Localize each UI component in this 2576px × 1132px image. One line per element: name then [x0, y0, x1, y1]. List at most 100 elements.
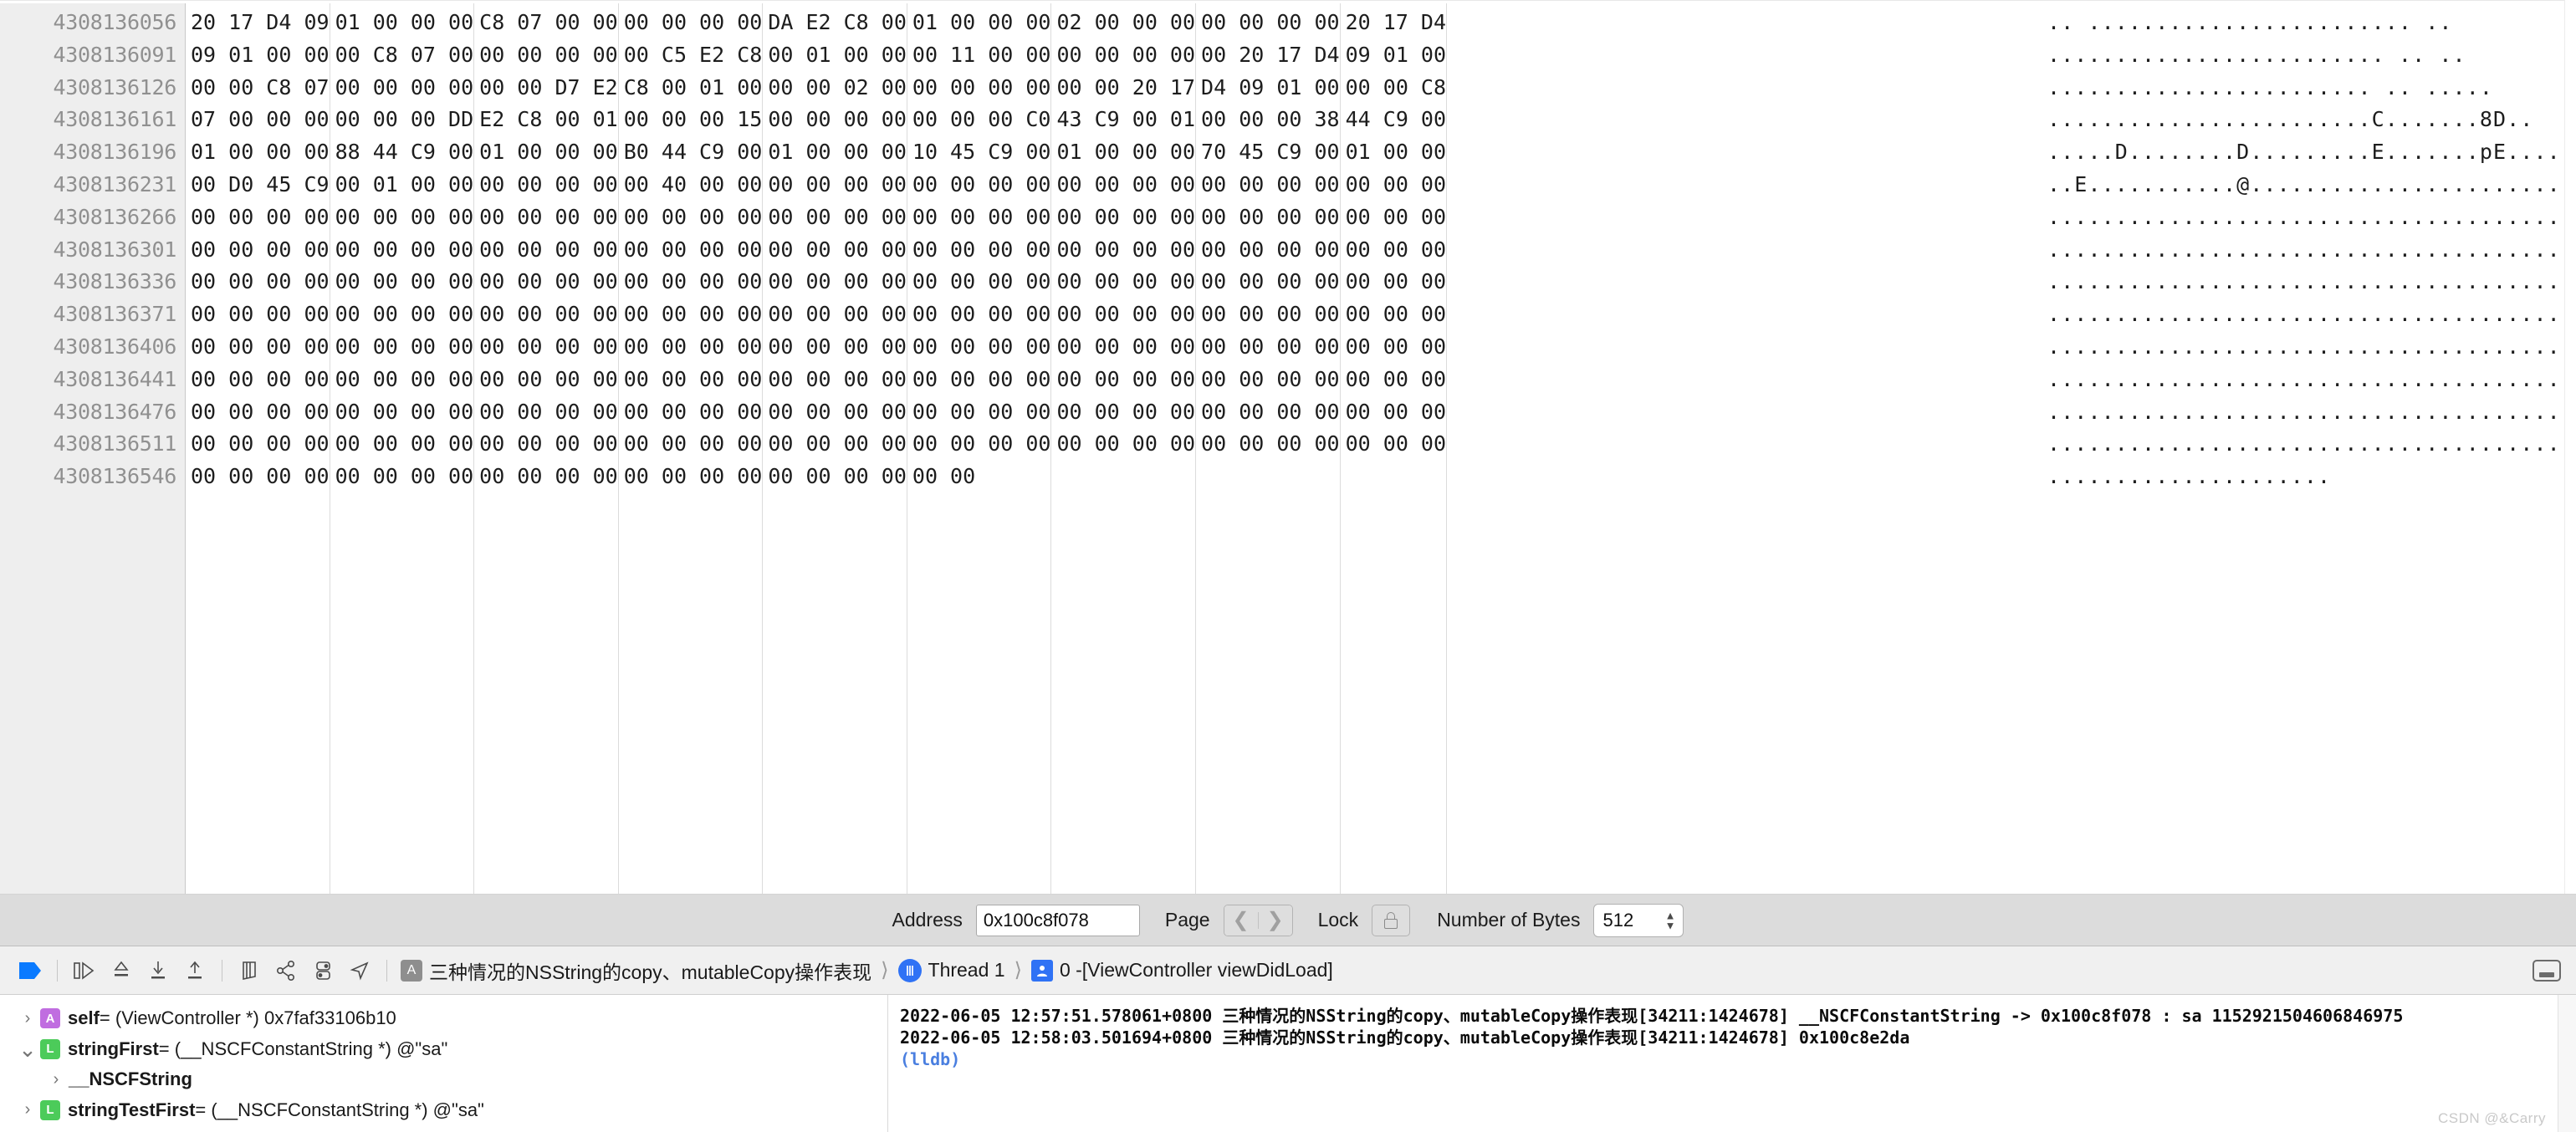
chevron-down-icon[interactable]: ⌄	[15, 1038, 40, 1060]
ascii-cell[interactable]: .......................................	[2047, 364, 2576, 396]
hex-byte-cell[interactable]: 00 00 00 00	[330, 234, 474, 267]
hex-byte-cell[interactable]: 00 00 00 38	[1196, 104, 1340, 136]
hex-byte-cell[interactable]: 00 00 00 00	[619, 396, 763, 429]
hex-byte-cell[interactable]: 00 11 00 00	[907, 39, 1051, 72]
breadcrumb-frame[interactable]: 0 -[ViewController viewDidLoad]	[1060, 959, 1333, 982]
hex-byte-cell[interactable]: 00 00 00 00	[907, 201, 1051, 234]
step-over-icon[interactable]	[103, 952, 140, 989]
hex-byte-cell[interactable]: 70 45 C9 00	[1196, 136, 1340, 169]
debug-memory-graph-icon[interactable]	[268, 952, 304, 989]
hex-byte-cell[interactable]: DA E2 C8 00	[763, 7, 907, 39]
hex-byte-cell[interactable]: E2 C8 00 01	[474, 104, 618, 136]
hex-byte-cell[interactable]: 00 00 00 00	[907, 169, 1051, 201]
hex-byte-cell[interactable]: 00 00 00 00	[907, 396, 1051, 429]
memory-vertical-scrollbar[interactable]	[2564, 0, 2576, 894]
hex-byte-cell[interactable]: 00 00 00 00	[619, 234, 763, 267]
hex-byte-cell[interactable]: 00 C8 07 00	[330, 39, 474, 72]
hex-byte-cell[interactable]: 00 00 00	[1341, 428, 1446, 461]
hex-byte-cell[interactable]: 00 00 00 00	[474, 201, 618, 234]
hex-byte-cell[interactable]: 00 00 00 00	[763, 266, 907, 298]
stepper-arrows-icon[interactable]: ▲ ▼	[1665, 910, 1676, 931]
hex-byte-cell[interactable]: 09 01 00 00	[186, 39, 330, 72]
hex-byte-cell[interactable]: 00 00 00 00	[1051, 234, 1195, 267]
hex-byte-cell[interactable]: 00 00 00	[1341, 364, 1446, 396]
number-of-bytes-stepper[interactable]: 512 ▲ ▼	[1593, 903, 1684, 937]
variable-row[interactable]: › Aself = (ViewController *) 0x7faf33106b…	[0, 1003, 887, 1034]
hex-byte-cell[interactable]: 00 00 00 00	[1196, 7, 1340, 39]
hex-byte-cell[interactable]: 00 00	[907, 461, 1051, 493]
hex-byte-cell[interactable]: 00 00 00 00	[619, 266, 763, 298]
hex-byte-cell[interactable]: 00 00 00 00	[1196, 266, 1340, 298]
hex-byte-cell[interactable]: 00 40 00 00	[619, 169, 763, 201]
hex-byte-cell[interactable]: 00 00 00 00	[1051, 266, 1195, 298]
hex-byte-cell[interactable]: 00 00 00 00	[1051, 169, 1195, 201]
hex-byte-cell[interactable]: D4 09 01 00	[1196, 72, 1340, 105]
hex-byte-cell[interactable]: 00 00 00 00	[474, 331, 618, 364]
hex-byte-cell[interactable]: 00 00 00 00	[186, 331, 330, 364]
variable-row[interactable]: › __NSCFString	[0, 1064, 887, 1095]
hex-byte-cell[interactable]: 00 00 00 00	[1196, 364, 1340, 396]
minimize-console-icon[interactable]	[2533, 959, 2561, 982]
hex-byte-cell[interactable]: 00 00 00 00	[186, 428, 330, 461]
hex-byte-cell[interactable]: 00 00 00 00	[186, 266, 330, 298]
hex-byte-cell[interactable]: 88 44 C9 00	[330, 136, 474, 169]
ascii-cell[interactable]: .......................................	[2047, 201, 2576, 234]
variables-view[interactable]: › Aself = (ViewController *) 0x7faf33106b…	[0, 995, 888, 1132]
variable-row[interactable]: ⌄ LstringFirst = (__NSCFConstantString *)…	[0, 1034, 887, 1065]
ascii-cell[interactable]: ........................ .. .....	[2047, 72, 2576, 105]
hex-byte-cell[interactable]: 00 00 00 00	[763, 104, 907, 136]
hex-byte-cell[interactable]: 00 00 00	[1341, 298, 1446, 331]
hex-byte-cell[interactable]: 00 00 00 00	[330, 396, 474, 429]
ascii-cell[interactable]: .......................................	[2047, 331, 2576, 364]
memory-viewer[interactable]: 4308136056 4308136091 4308136126 4308136161…	[0, 0, 2576, 895]
hex-byte-cell[interactable]: 00 00 00 00	[474, 396, 618, 429]
hex-byte-cell[interactable]: 01 00 00 00	[907, 7, 1051, 39]
hex-byte-cell[interactable]: 01 00 00 00	[186, 136, 330, 169]
breadcrumb-thread[interactable]: Thread 1	[928, 959, 1005, 982]
hex-byte-cell[interactable]: 43 C9 00 01	[1051, 104, 1195, 136]
hex-byte-cell[interactable]: 00 C5 E2 C8	[619, 39, 763, 72]
hex-byte-cell[interactable]: 00 00 00 00	[330, 331, 474, 364]
hex-byte-cell[interactable]: 00 00 00 00	[330, 428, 474, 461]
hex-byte-cell[interactable]: 00 00 00 00	[907, 364, 1051, 396]
hex-byte-cell[interactable]: 01 00 00	[1341, 136, 1446, 169]
ascii-cell[interactable]: .. ........................ ..	[2047, 7, 2576, 39]
debug-view-hierarchy-icon[interactable]	[231, 952, 268, 989]
ascii-cell[interactable]: .....D........D.........E.......pE.....	[2047, 136, 2576, 169]
hex-byte-cell[interactable]: 00 00 00 00	[907, 428, 1051, 461]
hex-byte-cell[interactable]: 00 00 00 00	[907, 72, 1051, 105]
hex-byte-cell[interactable]: 00 00 C8 07	[186, 72, 330, 105]
hex-byte-cell[interactable]: 00 00 00 00	[474, 461, 618, 493]
hex-byte-cell[interactable]: 00 00 00 00	[619, 331, 763, 364]
hex-byte-cell[interactable]	[1341, 461, 1446, 493]
hex-byte-cell[interactable]	[1196, 461, 1340, 493]
hex-byte-cell[interactable]: 00 00 00 00	[1196, 169, 1340, 201]
hex-byte-cell[interactable]: 00 00 00 00	[474, 298, 618, 331]
hex-byte-cell[interactable]: 00 00 00 00	[330, 72, 474, 105]
hex-byte-cell[interactable]: 00 00 00	[1341, 169, 1446, 201]
hex-byte-cell[interactable]: 00 00 00 00	[619, 201, 763, 234]
ascii-cell[interactable]: ........................C.......8D..	[2047, 104, 2576, 136]
hex-byte-cell[interactable]: 00 00 00 00	[330, 364, 474, 396]
hex-byte-cell[interactable]: 00 00 02 00	[763, 72, 907, 105]
hex-byte-cell[interactable]: 01 00 00 00	[763, 136, 907, 169]
hex-byte-cell[interactable]: 00 00 00 00	[186, 201, 330, 234]
environment-overrides-icon[interactable]	[304, 952, 341, 989]
page-prev-button[interactable]: ❮	[1224, 905, 1258, 936]
hex-byte-cell[interactable]: 00 00 00 00	[907, 266, 1051, 298]
hex-byte-cell[interactable]: 00 00 00 00	[907, 234, 1051, 267]
hex-byte-cell[interactable]: B0 44 C9 00	[619, 136, 763, 169]
chevron-right-icon[interactable]: ›	[15, 1009, 40, 1028]
hex-byte-cell[interactable]: C8 00 01 00	[619, 72, 763, 105]
hex-byte-cell[interactable]: 00 00 00 00	[907, 331, 1051, 364]
hex-byte-cell[interactable]: 10 45 C9 00	[907, 136, 1051, 169]
ascii-cell[interactable]: .......................................	[2047, 234, 2576, 267]
hex-byte-cell[interactable]: 44 C9 00	[1341, 104, 1446, 136]
hex-byte-cell[interactable]: 00 00 00 00	[474, 428, 618, 461]
chevron-right-icon[interactable]: ›	[43, 1070, 69, 1089]
continue-icon[interactable]	[66, 952, 103, 989]
hex-byte-cell[interactable]: 00 00 00 00	[330, 298, 474, 331]
lock-button[interactable]	[1372, 904, 1411, 936]
hex-byte-cell[interactable]: 07 00 00 00	[186, 104, 330, 136]
ascii-cell[interactable]: .......................................	[2047, 396, 2576, 429]
